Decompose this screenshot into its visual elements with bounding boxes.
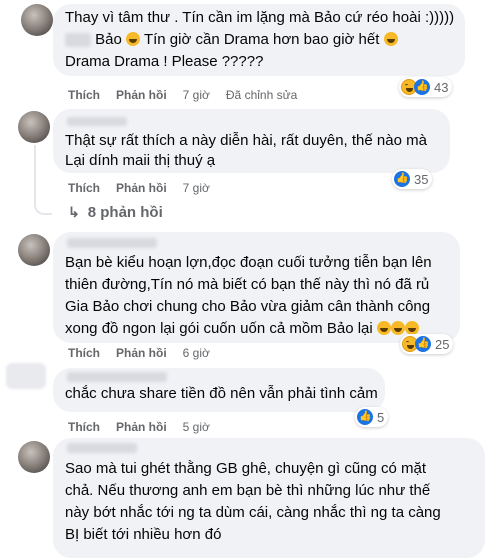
reply-arrow-icon: ↳ — [68, 204, 80, 220]
reaction-number: 35 — [414, 171, 429, 187]
comment-text: Lại dính maii thị thuý ạ — [65, 152, 216, 169]
laughing-emoji-icon — [390, 321, 405, 335]
comment-text: Gia Bảo chơi chung cho Bảo vừa giảm cân … — [65, 298, 431, 315]
comment-text: Sao mà tui ghét thằng GB ghê, chuyện gì … — [65, 460, 427, 477]
crying-emoji-icon — [383, 32, 398, 46]
comment-text: BỊ biết tới nhiều hơn đó — [65, 526, 222, 543]
thread-line — [34, 145, 36, 201]
comment-text: chả. Nếu thương anh em bạn bè thì những … — [65, 482, 431, 499]
reaction-number: 5 — [377, 409, 385, 425]
replies-count: 8 phản hồi — [87, 204, 163, 221]
comment-text: Drama Drama ! Please ????? — [65, 53, 264, 70]
comment-bubble: Bạn bè kiểu hoạn lợn,đọc đoạn cuối tưởng… — [53, 232, 460, 343]
like-icon — [414, 79, 430, 95]
comment-text: thiên đường,Tín nó mà biết có bạn thế nà… — [65, 276, 430, 293]
laughing-emoji-icon — [404, 321, 419, 335]
laughing-emoji-icon — [376, 321, 391, 335]
commenter-name-blurred[interactable] — [67, 117, 127, 126]
comment-text: chắc chưa share tiền đồ nên vẫn phải tìn… — [65, 385, 378, 402]
commenter-name-blurred[interactable] — [67, 443, 137, 453]
reply-button[interactable]: Phản hồi — [116, 181, 167, 195]
comment-bubble: Thay vì tâm thư . Tín cần im lặng mà Bảo… — [53, 4, 465, 76]
comment-text: Thay vì tâm thư . Tín cần im lặng mà Bảo… — [65, 9, 455, 26]
timestamp[interactable]: 7 giờ — [183, 88, 210, 102]
comment-actions: Thích Phản hồi 7 giờ Đã chỉnh sửa — [68, 88, 297, 102]
comment-text: Tín giờ cần Drama hơn bao giờ hết — [143, 31, 380, 48]
thread-line — [34, 199, 52, 215]
avatar[interactable] — [18, 234, 50, 266]
reply-button[interactable]: Phản hồi — [116, 346, 167, 360]
comment-bubble: chắc chưa share tiền đồ nên vẫn phải tìn… — [53, 368, 385, 412]
reaction-count[interactable]: 43 — [399, 77, 453, 97]
commenter-name-blurred[interactable] — [67, 238, 157, 248]
comment-actions: Thích Phản hồi 7 giờ — [68, 181, 226, 195]
like-icon — [357, 409, 373, 425]
avatar[interactable] — [6, 363, 46, 389]
comment-text: Thật sự rất thích a này diễn hài, rất du… — [65, 132, 427, 149]
comment-text: Bạn bè kiểu hoạn lợn,đọc đoạn cuối tưởng… — [65, 254, 432, 271]
reaction-number: 43 — [434, 79, 449, 95]
reaction-count[interactable]: 35 — [392, 169, 433, 189]
avatar[interactable] — [18, 441, 50, 473]
comment-bubble: Thật sự rất thích a này diễn hài, rất du… — [53, 109, 450, 173]
like-button[interactable]: Thích — [68, 346, 100, 360]
reaction-number: 25 — [435, 336, 450, 352]
tagged-name-blurred[interactable] — [65, 33, 91, 48]
reaction-count[interactable]: 5 — [355, 407, 389, 427]
comment-actions: Thích Phản hồi 5 giờ — [68, 420, 226, 434]
comment-text: Bảo — [95, 31, 122, 48]
crying-emoji-icon — [126, 32, 141, 46]
like-button[interactable]: Thích — [68, 420, 100, 434]
avatar[interactable] — [18, 111, 50, 143]
comment-text: này bớt nhắc tới ng ta dùm cái, càng nhắ… — [65, 504, 441, 521]
comment-text: xong đồ ngon lại gói cuốn uốn cả mồm Bảo… — [65, 320, 373, 337]
comment-actions: Thích Phản hồi 6 giờ — [68, 346, 226, 360]
reply-button[interactable]: Phản hồi — [116, 420, 167, 434]
reply-button[interactable]: Phản hồi — [116, 88, 167, 102]
view-replies-link[interactable]: ↳ 8 phản hồi — [68, 204, 163, 221]
avatar[interactable] — [21, 4, 53, 36]
like-icon — [394, 171, 410, 187]
like-icon — [415, 336, 431, 352]
like-button[interactable]: Thích — [68, 181, 100, 195]
timestamp[interactable]: 6 giờ — [183, 346, 210, 360]
commenter-name-blurred[interactable] — [67, 372, 167, 382]
edited-label: Đã chỉnh sửa — [225, 88, 298, 102]
comment-bubble: Sao mà tui ghét thằng GB ghê, chuyện gì … — [53, 438, 485, 558]
timestamp[interactable]: 7 giờ — [183, 181, 210, 195]
timestamp[interactable]: 5 giờ — [183, 420, 210, 434]
like-button[interactable]: Thích — [68, 88, 100, 102]
reaction-count[interactable]: 25 — [400, 334, 454, 354]
